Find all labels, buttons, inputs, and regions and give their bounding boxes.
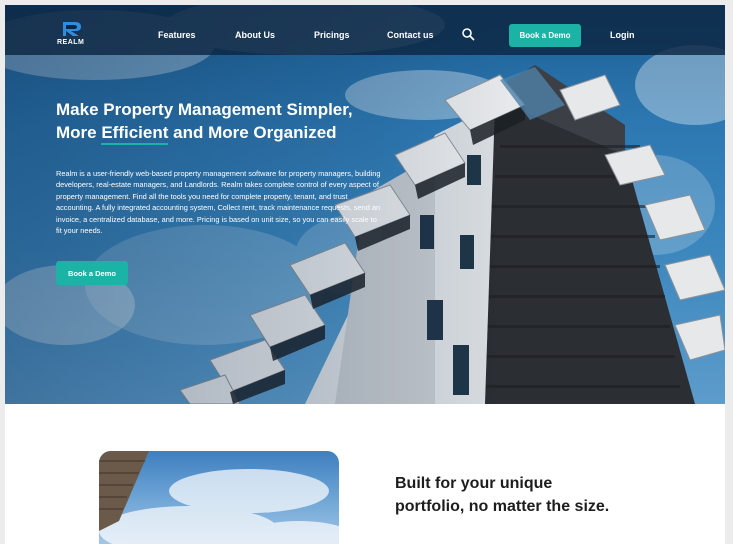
brand-name: REALM <box>57 39 85 46</box>
hero-title: Make Property Management Simpler, More E… <box>56 98 356 145</box>
book-demo-nav-button[interactable]: Book a Demo <box>509 24 581 47</box>
hero-description: Realm is a user-friendly web-based prope… <box>56 169 381 236</box>
book-demo-hero-button[interactable]: Book a Demo <box>56 261 128 285</box>
nav-link-about-us[interactable]: About Us <box>235 30 275 40</box>
brand-logo[interactable]: REALM <box>57 21 87 49</box>
nav-link-pricings[interactable]: Pricings <box>314 30 350 40</box>
nav-link-features[interactable]: Features <box>158 30 196 40</box>
hero-section: REALM Features About Us Pricings Contact… <box>5 5 725 404</box>
portfolio-image <box>99 451 339 544</box>
search-icon[interactable] <box>461 27 475 41</box>
realm-logo-icon <box>63 22 81 36</box>
sky-building-image <box>99 451 339 544</box>
section-heading: Built for your unique portfolio, no matt… <box>395 475 610 515</box>
nav-link-contact-us[interactable]: Contact us <box>387 30 434 40</box>
page-frame: REALM Features About Us Pricings Contact… <box>5 5 725 544</box>
hero-title-highlight: Efficient <box>101 123 169 145</box>
top-navbar: REALM Features About Us Pricings Contact… <box>5 5 725 55</box>
login-link[interactable]: Login <box>610 30 635 40</box>
hero-title-part2: and More Organized <box>168 123 337 142</box>
